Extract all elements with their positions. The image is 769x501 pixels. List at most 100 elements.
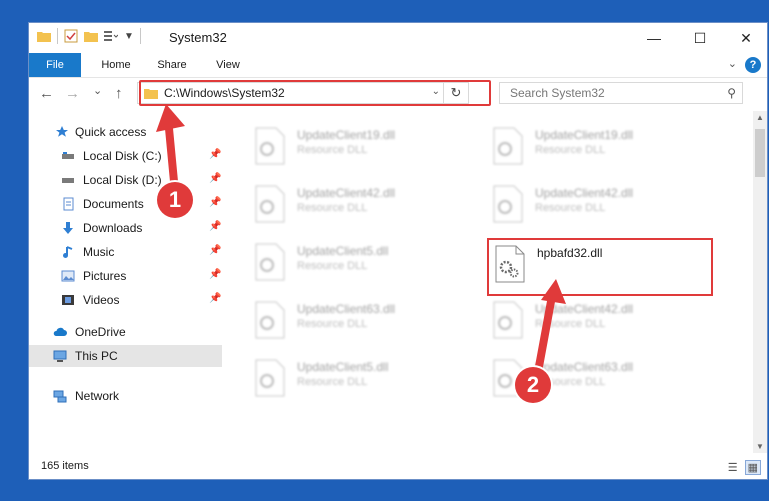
documents-icon (63, 197, 74, 211)
pin-icon[interactable]: 📌 (209, 173, 221, 184)
sidebar-item-videos[interactable]: Videos 📌 (29, 289, 224, 311)
sidebar-item-label: Music (83, 245, 115, 259)
search-placeholder[interactable]: Search System32 (510, 86, 605, 100)
file-type: Resource DLL (297, 260, 368, 272)
file-name: UpdateClient42.dll (297, 186, 396, 200)
drive-icon (62, 152, 74, 159)
up-button[interactable]: ↑ (115, 85, 123, 102)
file-type: Resource DLL (297, 144, 368, 156)
tab-file[interactable]: File (29, 53, 81, 77)
pin-icon[interactable]: 📌 (209, 149, 221, 160)
customize-toolbar-icon[interactable] (104, 30, 118, 42)
file-item[interactable]: UpdateClient63.dll Resource DLL (247, 297, 467, 345)
window-title: System32 (169, 30, 227, 45)
pin-icon[interactable]: 📌 (209, 221, 221, 232)
sidebar-item-label: This PC (75, 349, 118, 363)
file-type: Resource DLL (535, 144, 606, 156)
dropdown-arrow-icon[interactable]: ▼ (124, 31, 134, 42)
help-icon[interactable]: ? (745, 57, 761, 73)
sidebar-item-quick-access[interactable]: Quick access (29, 121, 224, 143)
sidebar-item-pictures[interactable]: Pictures 📌 (29, 265, 224, 287)
sidebar-item-downloads[interactable]: Downloads 📌 (29, 217, 224, 239)
pin-icon[interactable]: 📌 (209, 293, 221, 304)
pictures-icon (61, 270, 75, 282)
sidebar-item-local-disk-d[interactable]: Local Disk (D:) 📌 (29, 169, 224, 191)
tab-home[interactable]: Home (91, 53, 141, 77)
sidebar-item-label: Documents (83, 197, 144, 211)
toolbar-divider (57, 28, 58, 44)
forward-button[interactable]: → (65, 85, 80, 102)
recent-locations-button[interactable]: ⌄ (93, 84, 102, 97)
scroll-down-icon[interactable]: ▼ (756, 442, 764, 451)
maximize-button[interactable]: ☐ (677, 23, 723, 53)
file-name: UpdateClient42.dll (535, 186, 634, 200)
quick-access-toolbar: ▼ (37, 28, 141, 44)
scrollbar-thumb[interactable] (755, 129, 765, 177)
drive-icon (62, 178, 74, 183)
sidebar-item-label: Quick access (75, 125, 147, 139)
search-icon[interactable]: ⚲ (727, 86, 736, 100)
file-item[interactable]: UpdateClient42.dll Resource DLL (247, 181, 467, 229)
close-button[interactable]: ✕ (723, 23, 767, 53)
sidebar-item-label: Local Disk (D:) (83, 173, 162, 187)
dll-file-icon (493, 301, 523, 339)
pin-icon[interactable]: 📌 (209, 197, 221, 208)
sidebar-item-label: OneDrive (75, 325, 126, 339)
file-item[interactable]: UpdateClient5.dll Resource DLL (247, 239, 467, 287)
sidebar-item-this-pc[interactable]: This PC (29, 345, 222, 367)
download-icon (63, 222, 73, 234)
sidebar-item-onedrive[interactable]: OneDrive (29, 321, 224, 343)
pin-icon[interactable]: 📌 (209, 245, 221, 256)
sidebar-item-label: Downloads (83, 221, 143, 235)
address-bar-highlight (139, 80, 491, 106)
large-icons-view-icon[interactable]: ▦ (744, 460, 761, 475)
file-name: UpdateClient63.dll (535, 360, 634, 374)
item-count: 165 items (41, 460, 89, 472)
vertical-scrollbar[interactable]: ▲ ▼ (753, 111, 767, 453)
properties-icon[interactable] (64, 29, 78, 43)
file-name: UpdateClient19.dll (297, 128, 396, 142)
minimize-button[interactable]: — (631, 23, 677, 53)
file-item[interactable]: UpdateClient42.dll Resource DLL (485, 297, 705, 345)
expand-ribbon-icon[interactable]: ⌄ (728, 57, 737, 70)
file-name: UpdateClient63.dll (297, 302, 396, 316)
details-view-icon[interactable]: ☰ (725, 460, 741, 475)
sidebar-item-network[interactable]: Network (29, 385, 224, 407)
file-name: UpdateClient5.dll (297, 360, 389, 374)
sidebar-item-music[interactable]: Music 📌 (29, 241, 224, 263)
file-type: Resource DLL (297, 318, 368, 330)
back-button[interactable]: ← (39, 85, 54, 102)
explorer-window: ▼ System32 — ☐ ✕ File Home Share View ⌄ … (28, 22, 768, 480)
cloud-icon (53, 327, 67, 336)
title-bar: ▼ System32 — ☐ ✕ (29, 23, 767, 53)
sidebar-item-label: Pictures (83, 269, 127, 283)
new-folder-icon[interactable] (84, 30, 98, 42)
dll-file-icon (493, 127, 523, 165)
file-item[interactable]: UpdateClient5.dll Resource DLL (247, 355, 467, 403)
dll-file-icon (493, 185, 523, 223)
sidebar-item-documents[interactable]: Documents 📌 (29, 193, 224, 215)
callout-badge-2: 2 (515, 367, 551, 403)
pin-icon[interactable]: 📌 (209, 269, 221, 280)
sidebar-item-label: Videos (83, 293, 120, 307)
folder-icon (37, 32, 51, 42)
navigation-pane: Quick access Local Disk (C:) 📌 Local Dis… (29, 111, 224, 453)
file-item[interactable]: UpdateClient19.dll Resource DLL (247, 123, 467, 171)
scroll-up-icon[interactable]: ▲ (756, 113, 764, 122)
file-name: UpdateClient19.dll (535, 128, 634, 142)
file-type: Resource DLL (535, 318, 606, 330)
dll-file-icon (255, 359, 285, 397)
dll-file-icon (255, 243, 285, 281)
sidebar-item-local-disk-c[interactable]: Local Disk (C:) 📌 (29, 145, 224, 167)
tab-share[interactable]: Share (147, 53, 197, 77)
file-type: Resource DLL (297, 376, 368, 388)
file-item[interactable]: UpdateClient42.dll Resource DLL (485, 181, 705, 229)
file-name: UpdateClient5.dll (297, 244, 389, 258)
search-input[interactable]: Search System32 ⚲ (499, 82, 743, 104)
music-icon (63, 246, 73, 258)
file-item[interactable]: UpdateClient19.dll Resource DLL (485, 123, 705, 171)
tab-view[interactable]: View (203, 53, 253, 77)
network-icon (53, 390, 67, 403)
sidebar-item-label: Network (75, 389, 120, 403)
file-name: UpdateClient42.dll (535, 302, 634, 316)
